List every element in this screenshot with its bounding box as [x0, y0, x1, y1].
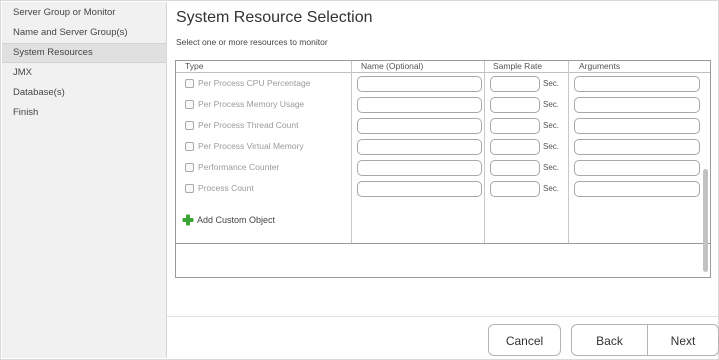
- sample-rate-unit: Sec.: [543, 184, 560, 193]
- sample-rate-unit: Sec.: [543, 100, 560, 109]
- main-panel: System Resource Selection Select one or …: [167, 1, 718, 359]
- row-checkbox[interactable]: [185, 121, 194, 130]
- row-checkbox[interactable]: [185, 163, 194, 172]
- header-name[interactable]: Name (Optional): [356, 61, 423, 72]
- row-type-label: Per Process Thread Count: [198, 120, 299, 130]
- name-input[interactable]: [357, 160, 482, 176]
- row-checkbox[interactable]: [185, 79, 194, 88]
- arguments-input[interactable]: [574, 118, 700, 134]
- table-row: Performance Counter Sec.: [176, 157, 710, 179]
- sample-rate-input[interactable]: [490, 181, 540, 197]
- arguments-input[interactable]: [574, 97, 700, 113]
- cancel-button[interactable]: Cancel: [488, 324, 561, 356]
- table-row: Per Process Thread Count Sec.: [176, 115, 710, 137]
- sample-rate-unit: Sec.: [543, 163, 560, 172]
- next-button[interactable]: Next: [647, 324, 719, 356]
- row-type-label: Per Process CPU Percentage: [198, 78, 311, 88]
- header-arguments[interactable]: Arguments: [574, 61, 620, 72]
- row-checkbox[interactable]: [185, 142, 194, 151]
- sidebar-item-system-resources[interactable]: System Resources: [2, 43, 166, 63]
- name-input[interactable]: [357, 97, 482, 113]
- sample-rate-unit: Sec.: [543, 79, 560, 88]
- sample-rate-input[interactable]: [490, 97, 540, 113]
- sample-rate-input[interactable]: [490, 160, 540, 176]
- header-type[interactable]: Type: [180, 61, 203, 72]
- sidebar-item-server-group[interactable]: Server Group or Monitor: [2, 3, 166, 23]
- resource-table: Type Name (Optional) Sample Rate Argumen…: [175, 60, 711, 278]
- table-row: Process Count Sec.: [176, 178, 710, 200]
- arguments-input[interactable]: [574, 139, 700, 155]
- page-title: System Resource Selection: [176, 9, 373, 26]
- sidebar-item-databases[interactable]: Database(s): [2, 83, 166, 103]
- row-checkbox[interactable]: [185, 184, 194, 193]
- table-row: Per Process CPU Percentage Sec.: [176, 73, 710, 95]
- sidebar-item-jmx[interactable]: JMX: [2, 63, 166, 83]
- sample-rate-unit: Sec.: [543, 121, 560, 130]
- back-button[interactable]: Back: [571, 324, 647, 356]
- sample-rate-input[interactable]: [490, 118, 540, 134]
- name-input[interactable]: [357, 118, 482, 134]
- sample-rate-input[interactable]: [490, 76, 540, 92]
- header-sample-rate[interactable]: Sample Rate: [488, 61, 542, 72]
- table-row: Per Process Memory Usage Sec.: [176, 94, 710, 116]
- row-type-label: Performance Counter: [198, 162, 280, 172]
- sample-rate-input[interactable]: [490, 139, 540, 155]
- vertical-scrollbar[interactable]: [703, 169, 708, 272]
- sidebar-item-name-server-group[interactable]: Name and Server Group(s): [2, 23, 166, 43]
- page-subtitle: Select one or more resources to monitor: [176, 37, 328, 47]
- row-checkbox[interactable]: [185, 100, 194, 109]
- name-input[interactable]: [357, 76, 482, 92]
- add-custom-object-label: Add Custom Object: [197, 215, 276, 225]
- footer-divider: [167, 316, 718, 317]
- table-bottom-border: [176, 243, 710, 244]
- sidebar-item-finish[interactable]: Finish: [2, 103, 166, 123]
- arguments-input[interactable]: [574, 160, 700, 176]
- row-type-label: Per Process Memory Usage: [198, 99, 305, 109]
- table-row: Per Process Virtual Memory Sec.: [176, 136, 710, 158]
- row-type-label: Per Process Virtual Memory: [198, 141, 304, 151]
- name-input[interactable]: [357, 139, 482, 155]
- wizard-window: Server Group or Monitor Name and Server …: [0, 0, 719, 360]
- arguments-input[interactable]: [574, 181, 700, 197]
- row-type-label: Process Count: [198, 183, 254, 193]
- arguments-input[interactable]: [574, 76, 700, 92]
- name-input[interactable]: [357, 181, 482, 197]
- table-header: Type Name (Optional) Sample Rate Argumen…: [176, 61, 710, 73]
- sidebar: Server Group or Monitor Name and Server …: [2, 2, 167, 358]
- plus-icon: [182, 214, 194, 226]
- sample-rate-unit: Sec.: [543, 142, 560, 151]
